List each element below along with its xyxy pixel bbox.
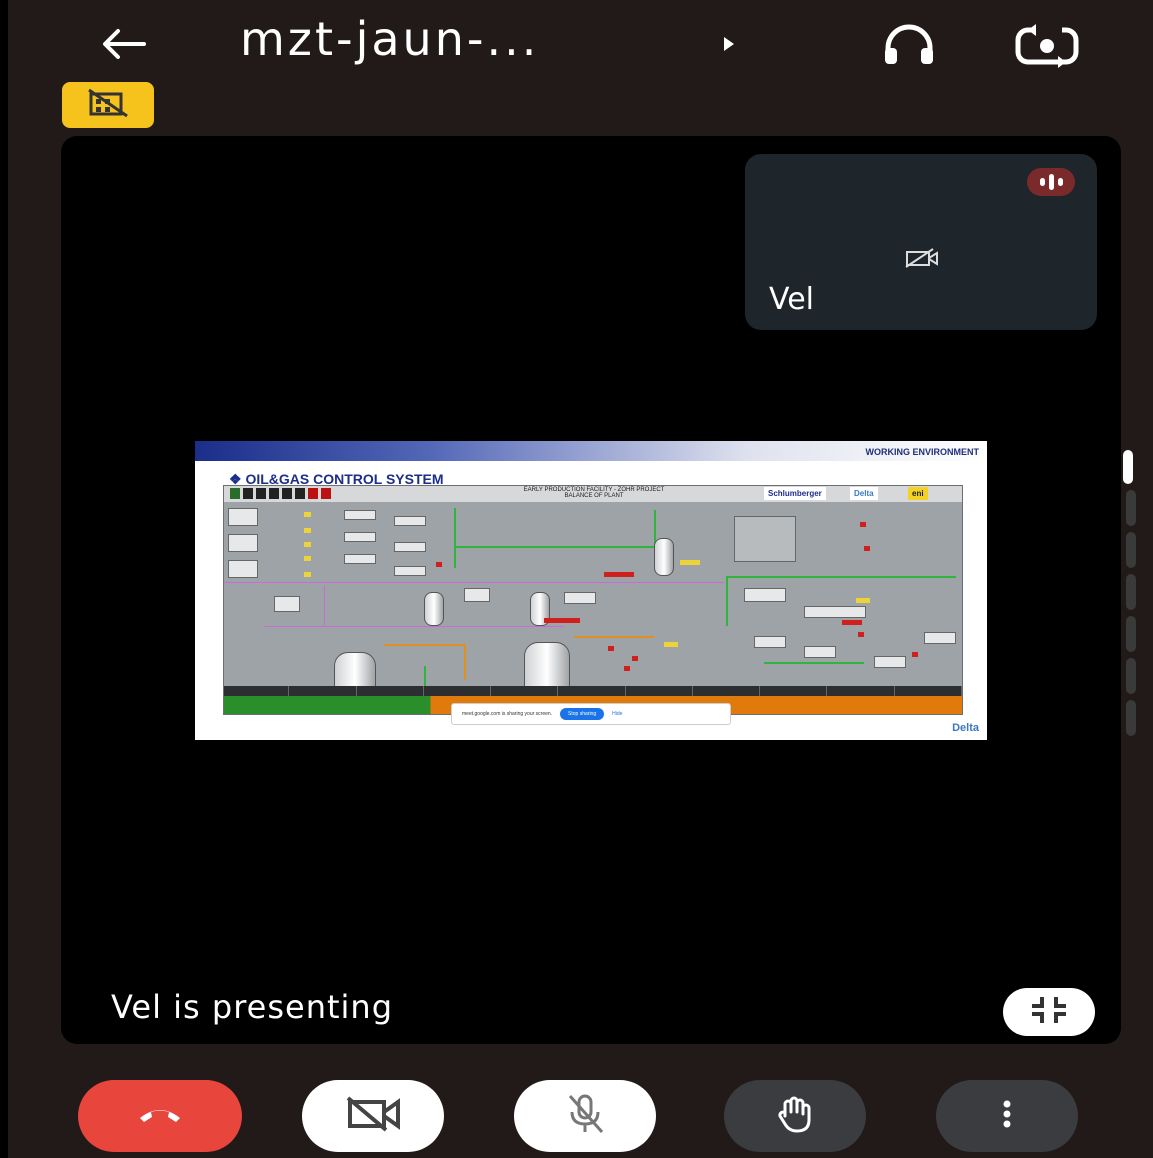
sharing-message: meet.google.com is sharing your screen. xyxy=(462,711,553,717)
participant-tile[interactable]: Vel xyxy=(745,154,1097,330)
logo-delta: Delta xyxy=(850,487,878,500)
video-stage: Vel WORKING ENVIRONMENT ❖ OIL&GAS CONTRO… xyxy=(61,136,1121,1044)
scada-subtitle-2: BALANCE OF PLANT xyxy=(564,493,624,499)
scada-nav-bar xyxy=(224,686,962,696)
participant-name: Vel xyxy=(769,282,814,317)
scrollbar-track xyxy=(1126,658,1136,694)
scrollbar-track xyxy=(1126,700,1136,736)
scrollbar-track xyxy=(1126,532,1136,568)
end-call-icon xyxy=(136,1102,184,1130)
audio-level-icon xyxy=(1027,168,1075,196)
arrow-back-icon[interactable] xyxy=(96,22,152,66)
meeting-title[interactable]: mzt-jaun-... xyxy=(240,12,539,66)
presenter-label: Vel is presenting xyxy=(111,988,394,1026)
caret-right-icon[interactable] xyxy=(720,34,738,58)
headphones-icon[interactable] xyxy=(880,24,938,72)
mic-off-icon xyxy=(562,1092,608,1140)
end-call-button[interactable] xyxy=(78,1080,242,1152)
status-badge xyxy=(62,82,154,128)
camera-off-icon xyxy=(903,248,943,272)
sharing-notification: meet.google.com is sharing your screen. … xyxy=(451,703,731,725)
collapse-button[interactable] xyxy=(1003,988,1095,1036)
scrollbar-track xyxy=(1126,574,1136,610)
no-building-icon xyxy=(85,88,131,122)
scrollbar-track xyxy=(1126,616,1136,652)
scada-toolbar: EARLY PRODUCTION FACILITY - ZOHR PROJECT… xyxy=(224,486,962,502)
more-vert-icon xyxy=(1001,1099,1013,1133)
raise-hand-icon xyxy=(775,1094,815,1138)
collapse-icon xyxy=(1028,995,1070,1029)
camera-off-icon xyxy=(342,1094,404,1138)
flip-camera-icon[interactable] xyxy=(1012,22,1082,72)
logo-schlumberger: Schlumberger xyxy=(764,487,826,500)
meeting-screen: mzt-jaun-... Vel WORKING ENVIRONMENT ❖ O… xyxy=(8,0,1153,1158)
mic-toggle-button[interactable] xyxy=(514,1080,656,1152)
more-options-button[interactable] xyxy=(936,1080,1078,1152)
scada-subtitle: EARLY PRODUCTION FACILITY - ZOHR PROJECT… xyxy=(504,487,684,499)
logo-eni: eni xyxy=(908,487,928,500)
raise-hand-button[interactable] xyxy=(724,1080,866,1152)
scada-diagram: EARLY PRODUCTION FACILITY - ZOHR PROJECT… xyxy=(223,485,963,715)
slide-header-text: WORKING ENVIRONMENT xyxy=(865,447,980,457)
slide-footer-logo: Delta xyxy=(952,722,979,734)
shared-screen: WORKING ENVIRONMENT ❖ OIL&GAS CONTROL SY… xyxy=(195,441,987,740)
hide-button: Hide xyxy=(612,711,623,717)
scrollbar-track xyxy=(1126,490,1136,526)
stop-sharing-button: Stop sharing xyxy=(560,708,605,720)
scrollbar-thumb[interactable] xyxy=(1123,450,1133,484)
camera-toggle-button[interactable] xyxy=(302,1080,444,1152)
